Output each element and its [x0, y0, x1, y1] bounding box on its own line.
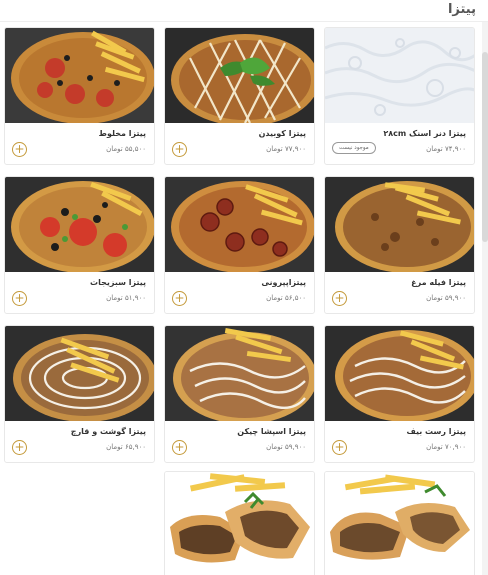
- product-card[interactable]: پیتزا دنر اسنک ۲۸cm ۷۴,۹۰۰ تومان موجود ن…: [324, 27, 475, 165]
- product-image: [5, 177, 154, 272]
- plus-icon: +: [174, 142, 185, 156]
- product-price: ۵۹,۹۰۰ تومان: [266, 443, 306, 451]
- plus-icon: +: [14, 291, 25, 305]
- plus-icon: +: [334, 291, 345, 305]
- product-card[interactable]: [324, 471, 475, 575]
- add-to-cart-button[interactable]: +: [332, 440, 347, 455]
- product-image: [165, 326, 314, 421]
- unavailable-badge: موجود نیست: [332, 142, 376, 154]
- product-price: ۷۰,۹۰۰ تومان: [426, 443, 466, 451]
- plus-icon: +: [14, 142, 25, 156]
- product-name: پیتزا مخلوط: [98, 129, 146, 138]
- product-name: پیتزا دنر اسنک ۲۸cm: [383, 129, 466, 138]
- menu-page: پیتزا پیتزا دنر اسنک ۲۸cm ۷۴,۹۰۰ تومان م…: [0, 0, 488, 575]
- add-to-cart-button[interactable]: +: [172, 291, 187, 306]
- product-name: پیتزاپپرونی: [261, 278, 306, 287]
- add-to-cart-button[interactable]: +: [172, 142, 187, 157]
- product-price: ۷۴,۹۰۰ تومان: [426, 145, 466, 153]
- product-price: ۵۱,۹۰۰ تومان: [106, 294, 146, 302]
- product-image: [165, 472, 314, 575]
- plus-icon: +: [334, 440, 345, 454]
- product-name: پیتزا کوبیدن: [258, 129, 306, 138]
- scrollbar-thumb[interactable]: [482, 52, 488, 242]
- product-card[interactable]: پیتزا فیله مرغ ۵۹,۹۰۰ تومان +: [324, 176, 475, 314]
- product-image: [325, 472, 474, 575]
- product-image: [325, 326, 474, 421]
- product-card[interactable]: پیتزا اسپشا چیکن ۵۹,۹۰۰ تومان +: [164, 325, 315, 463]
- section-header: پیتزا: [0, 0, 488, 22]
- product-name: پیتزا گوشت و قارچ: [70, 427, 146, 436]
- plus-icon: +: [174, 291, 185, 305]
- product-price: ۷۷,۹۰۰ تومان: [266, 145, 306, 153]
- product-name: پیتزا اسپشا چیکن: [237, 427, 306, 436]
- product-image: [5, 326, 154, 421]
- product-image: [165, 28, 314, 123]
- scrollbar[interactable]: [482, 22, 488, 575]
- plus-icon: +: [14, 440, 25, 454]
- product-image: [165, 177, 314, 272]
- product-card[interactable]: پیتزا مخلوط ۵۵,۵۰۰ تومان +: [4, 27, 155, 165]
- product-price: ۵۶,۵۰۰ تومان: [266, 294, 306, 302]
- add-to-cart-button[interactable]: +: [12, 291, 27, 306]
- product-price: ۶۵,۹۰۰ تومان: [106, 443, 146, 451]
- product-price: ۵۵,۵۰۰ تومان: [106, 145, 146, 153]
- product-card[interactable]: پیتزا گوشت و قارچ ۶۵,۹۰۰ تومان +: [4, 325, 155, 463]
- add-to-cart-button[interactable]: +: [172, 440, 187, 455]
- product-image-placeholder: [325, 28, 474, 123]
- product-card[interactable]: [164, 471, 315, 575]
- product-image: [5, 28, 154, 123]
- product-card[interactable]: پیتزا سبزیجات ۵۱,۹۰۰ تومان +: [4, 176, 155, 314]
- plus-icon: +: [174, 440, 185, 454]
- product-price: ۵۹,۹۰۰ تومان: [426, 294, 466, 302]
- product-name: پیتزا فیله مرغ: [411, 278, 466, 287]
- add-to-cart-button[interactable]: +: [332, 291, 347, 306]
- product-name: پیتزا سبزیجات: [90, 278, 146, 287]
- add-to-cart-button[interactable]: +: [12, 142, 27, 157]
- product-card[interactable]: پیتزا کوبیدن ۷۷,۹۰۰ تومان +: [164, 27, 315, 165]
- product-card[interactable]: پیتزاپپرونی ۵۶,۵۰۰ تومان +: [164, 176, 315, 314]
- add-to-cart-button[interactable]: +: [12, 440, 27, 455]
- section-title: پیتزا: [447, 2, 476, 17]
- product-card[interactable]: پیتزا رست بیف ۷۰,۹۰۰ تومان +: [324, 325, 475, 463]
- product-name: پیتزا رست بیف: [406, 427, 466, 436]
- product-image: [325, 177, 474, 272]
